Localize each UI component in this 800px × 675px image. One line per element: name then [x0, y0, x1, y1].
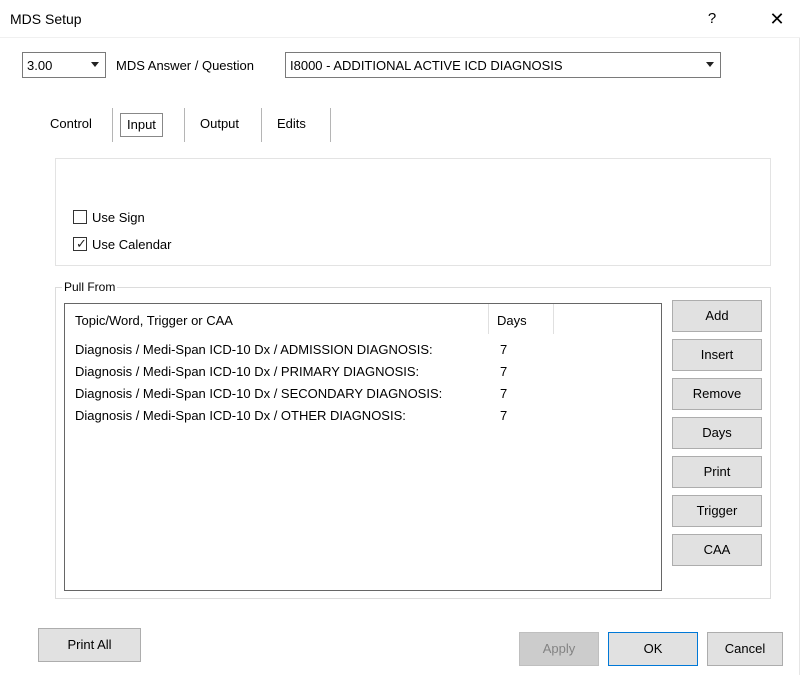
question-value: I8000 - ADDITIONAL ACTIVE ICD DIAGNOSIS [290, 58, 563, 73]
list-item-topic: Diagnosis / Medi-Span ICD-10 Dx / OTHER … [75, 408, 406, 423]
tab-output[interactable]: Output [198, 110, 241, 140]
list-item-days: 7 [500, 386, 508, 401]
insert-button[interactable]: Insert [672, 339, 762, 371]
question-dropdown[interactable]: I8000 - ADDITIONAL ACTIVE ICD DIAGNOSIS [285, 52, 721, 78]
list-item[interactable]: Diagnosis / Medi-Span ICD-10 Dx / OTHER … [75, 408, 635, 426]
list-item[interactable]: Diagnosis / Medi-Span ICD-10 Dx / PRIMAR… [75, 364, 635, 382]
column-divider[interactable] [488, 304, 489, 334]
pull-from-list[interactable]: Topic/Word, Trigger or CAA Days Diagnosi… [64, 303, 662, 591]
close-button[interactable]: ✕ [757, 6, 797, 32]
days-button[interactable]: Days [672, 417, 762, 449]
cancel-button[interactable]: Cancel [707, 632, 783, 666]
tab-control[interactable]: Control [48, 110, 94, 140]
use-sign-label: Use Sign [92, 210, 145, 225]
column-divider[interactable] [553, 304, 554, 334]
print-button[interactable]: Print [672, 456, 762, 488]
tab-divider [184, 108, 185, 142]
version-dropdown[interactable]: 3.00 [22, 52, 106, 78]
use-calendar-label: Use Calendar [92, 237, 172, 252]
column-header-days[interactable]: Days [497, 313, 527, 328]
trigger-button[interactable]: Trigger [672, 495, 762, 527]
version-value: 3.00 [27, 58, 53, 73]
list-item-topic: Diagnosis / Medi-Span ICD-10 Dx / PRIMAR… [75, 364, 420, 379]
checkmark-icon: ✓ [76, 236, 87, 251]
list-item-days: 7 [500, 342, 508, 357]
list-item-topic: Diagnosis / Medi-Span ICD-10 Dx / SECOND… [75, 386, 443, 401]
tab-input[interactable]: Input [120, 113, 163, 137]
chevron-down-icon [706, 62, 714, 67]
list-item[interactable]: Diagnosis / Medi-Span ICD-10 Dx / ADMISS… [75, 342, 635, 360]
print-all-button[interactable]: Print All [38, 628, 141, 662]
list-item-topic: Diagnosis / Medi-Span ICD-10 Dx / ADMISS… [75, 342, 433, 357]
help-button[interactable]: ? [697, 6, 727, 32]
list-item[interactable]: Diagnosis / Medi-Span ICD-10 Dx / SECOND… [75, 386, 635, 404]
list-item-days: 7 [500, 408, 508, 423]
apply-button[interactable]: Apply [519, 632, 599, 666]
tab-divider [112, 108, 113, 142]
chevron-down-icon [91, 62, 99, 67]
window-title: MDS Setup [10, 11, 82, 27]
tab-divider [330, 108, 331, 142]
checkbox-box[interactable]: ✓ [73, 237, 87, 251]
pull-from-label: Pull From [62, 280, 118, 294]
remove-button[interactable]: Remove [672, 378, 762, 410]
caa-button[interactable]: CAA [672, 534, 762, 566]
tab-divider [261, 108, 262, 142]
tab-edits[interactable]: Edits [275, 110, 308, 140]
add-button[interactable]: Add [672, 300, 762, 332]
list-item-days: 7 [500, 364, 508, 379]
column-header-topic[interactable]: Topic/Word, Trigger or CAA [75, 313, 233, 328]
question-label: MDS Answer / Question [116, 58, 254, 73]
title-bar [0, 0, 800, 38]
checkbox-box[interactable] [73, 210, 87, 224]
ok-button[interactable]: OK [608, 632, 698, 666]
